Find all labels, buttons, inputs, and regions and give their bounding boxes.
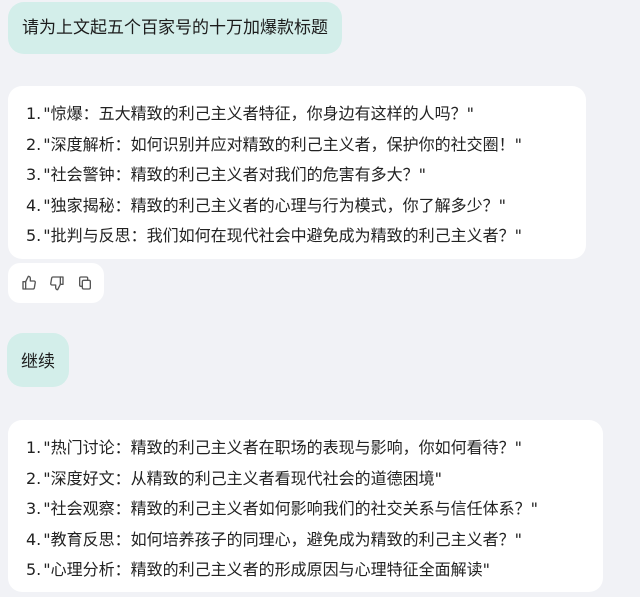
list-item-number: 2. (26, 134, 42, 154)
list-item-text: "社会警钟：精致的利己主义者对我们的危害有多大？" (43, 165, 426, 184)
title-suggestion-list: 1. "热门讨论：精致的利己主义者在职场的表现与影响，你如何看待？" 2. "深度好… (26, 433, 591, 586)
list-item-number: 3. (26, 165, 42, 184)
list-item: 5. "心理分析：精致的利己主义者的形成原因与心理特征全面解读" (26, 555, 591, 586)
thumbs-down-icon[interactable] (48, 274, 66, 292)
list-item: 1. "热门讨论：精致的利己主义者在职场的表现与影响，你如何看待？" (26, 433, 591, 464)
list-item-number: 3. (26, 499, 42, 518)
list-item-text: "惊爆：五大精致的利己主义者特征，你身边有这样的人吗？" (43, 104, 474, 123)
user-message-bubble: 请为上文起五个百家号的十万加爆款标题 (8, 2, 342, 54)
list-item: 2. "深度好文：从精致的利己主义者看现代社会的道德困境" (26, 464, 591, 495)
list-item-number: 4. (26, 529, 42, 549)
reply-action-bar (8, 263, 104, 303)
list-item-text: "心理分析：精致的利己主义者的形成原因与心理特征全面解读" (43, 560, 490, 579)
chat-page: 请为上文起五个百家号的十万加爆款标题 1. "惊爆：五大精致的利己主义者特征，你身… (0, 0, 640, 597)
list-item-text: "社会观察：精致的利己主义者如何影响我们的社交关系与信任体系？" (43, 499, 538, 518)
title-suggestion-list: 1. "惊爆：五大精致的利己主义者特征，你身边有这样的人吗？" 2. "深度解析：如… (26, 99, 574, 252)
user-message-text: 继续 (21, 352, 55, 372)
list-item-text: "教育反思：如何培养孩子的同理心，避免成为精致的利己主义者？" (43, 529, 522, 549)
list-item: 4. "独家揭秘：精致的利己主义者的心理与行为模式，你了解多少？" (26, 191, 574, 222)
list-item-text: "批判与反思：我们如何在现代社会中避免成为精致的利己主义者？" (43, 226, 522, 245)
list-item-number: 5. (26, 560, 42, 579)
list-item-number: 4. (26, 195, 42, 215)
list-item: 2. "深度解析：如何识别并应对精致的利己主义者，保护你的社交圈！" (26, 130, 574, 161)
list-item-text: "热门讨论：精致的利己主义者在职场的表现与影响，你如何看待？" (43, 438, 522, 457)
list-item: 3. "社会警钟：精致的利己主义者对我们的危害有多大？" (26, 160, 574, 191)
assistant-reply-card: 1. "热门讨论：精致的利己主义者在职场的表现与影响，你如何看待？" 2. "深度好… (8, 420, 603, 592)
list-item-number: 1. (26, 438, 42, 457)
list-item: 5. "批判与反思：我们如何在现代社会中避免成为精致的利己主义者？" (26, 221, 574, 252)
copy-icon[interactable] (76, 274, 94, 292)
list-item-text: "深度好文：从精致的利己主义者看现代社会的道德困境" (43, 468, 442, 488)
list-item-text: "深度解析：如何识别并应对精致的利己主义者，保护你的社交圈！" (43, 134, 522, 154)
list-item-number: 5. (26, 226, 42, 245)
list-item-text: "独家揭秘：精致的利己主义者的心理与行为模式，你了解多少？" (43, 195, 506, 215)
list-item: 1. "惊爆：五大精致的利己主义者特征，你身边有这样的人吗？" (26, 99, 574, 130)
list-item-number: 2. (26, 468, 42, 488)
thumbs-up-icon[interactable] (20, 274, 38, 292)
assistant-reply-card: 1. "惊爆：五大精致的利己主义者特征，你身边有这样的人吗？" 2. "深度解析：如… (8, 86, 586, 259)
list-item-number: 1. (26, 104, 42, 123)
list-item: 4. "教育反思：如何培养孩子的同理心，避免成为精致的利己主义者？" (26, 525, 591, 556)
list-item: 3. "社会观察：精致的利己主义者如何影响我们的社交关系与信任体系？" (26, 494, 591, 525)
user-message-bubble: 继续 (7, 333, 69, 387)
user-message-text: 请为上文起五个百家号的十万加爆款标题 (22, 18, 328, 38)
